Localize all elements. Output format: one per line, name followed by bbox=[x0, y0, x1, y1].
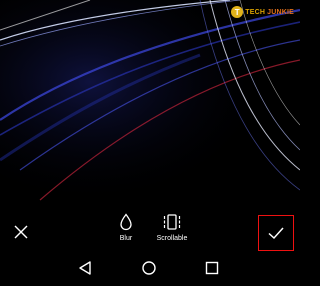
watermark-brand-part1: TECH bbox=[245, 8, 266, 16]
watermark-brand-part2: JUNKIE bbox=[267, 8, 294, 16]
scrollable-button[interactable]: Scrollable bbox=[150, 213, 194, 242]
triangle-back-icon bbox=[79, 261, 91, 275]
screenshot-editor: T TECH JUNKIE Blur Scrollable bbox=[0, 0, 300, 286]
close-icon bbox=[14, 225, 28, 239]
square-recents-icon bbox=[205, 261, 219, 275]
back-button[interactable] bbox=[77, 260, 93, 276]
scrollable-label: Scrollable bbox=[156, 235, 188, 242]
techjunkie-watermark: T TECH JUNKIE bbox=[231, 5, 294, 19]
blur-button[interactable]: Blur bbox=[113, 213, 139, 242]
edit-toolbar: Blur Scrollable bbox=[0, 205, 300, 255]
close-button[interactable] bbox=[12, 223, 30, 241]
wallpaper-streaks bbox=[0, 0, 300, 205]
system-navigation-bar bbox=[0, 255, 300, 286]
home-button[interactable] bbox=[141, 260, 157, 276]
techjunkie-logo-icon: T bbox=[231, 6, 244, 18]
circle-home-icon bbox=[142, 261, 156, 275]
wallpaper-preview: T TECH JUNKIE bbox=[0, 0, 300, 205]
checkmark-icon bbox=[268, 227, 284, 240]
recents-button[interactable] bbox=[204, 260, 220, 276]
droplet-icon bbox=[120, 213, 132, 231]
scroll-capture-icon bbox=[163, 214, 181, 230]
confirm-button[interactable] bbox=[258, 215, 294, 251]
blur-label: Blur bbox=[119, 235, 133, 242]
